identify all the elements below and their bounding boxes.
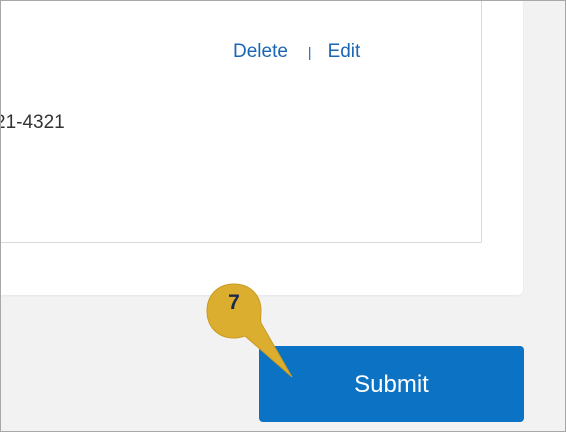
contact-card: Delete | Edit 21-4321 (1, 1, 482, 243)
phone-number-text: 21-4321 (1, 112, 65, 133)
phone-number: 21-4321 (1, 112, 131, 134)
action-separator: | (307, 44, 312, 60)
submit-button[interactable]: Submit (259, 346, 524, 422)
card-actions: Delete | Edit (233, 41, 360, 63)
step-number: 7 (228, 291, 240, 314)
delete-link[interactable]: Delete (233, 41, 288, 63)
edit-link[interactable]: Edit (328, 41, 361, 63)
form-panel: Delete | Edit 21-4321 (1, 1, 523, 295)
screen-frame: Delete | Edit 21-4321 Submit 7 (0, 0, 566, 432)
